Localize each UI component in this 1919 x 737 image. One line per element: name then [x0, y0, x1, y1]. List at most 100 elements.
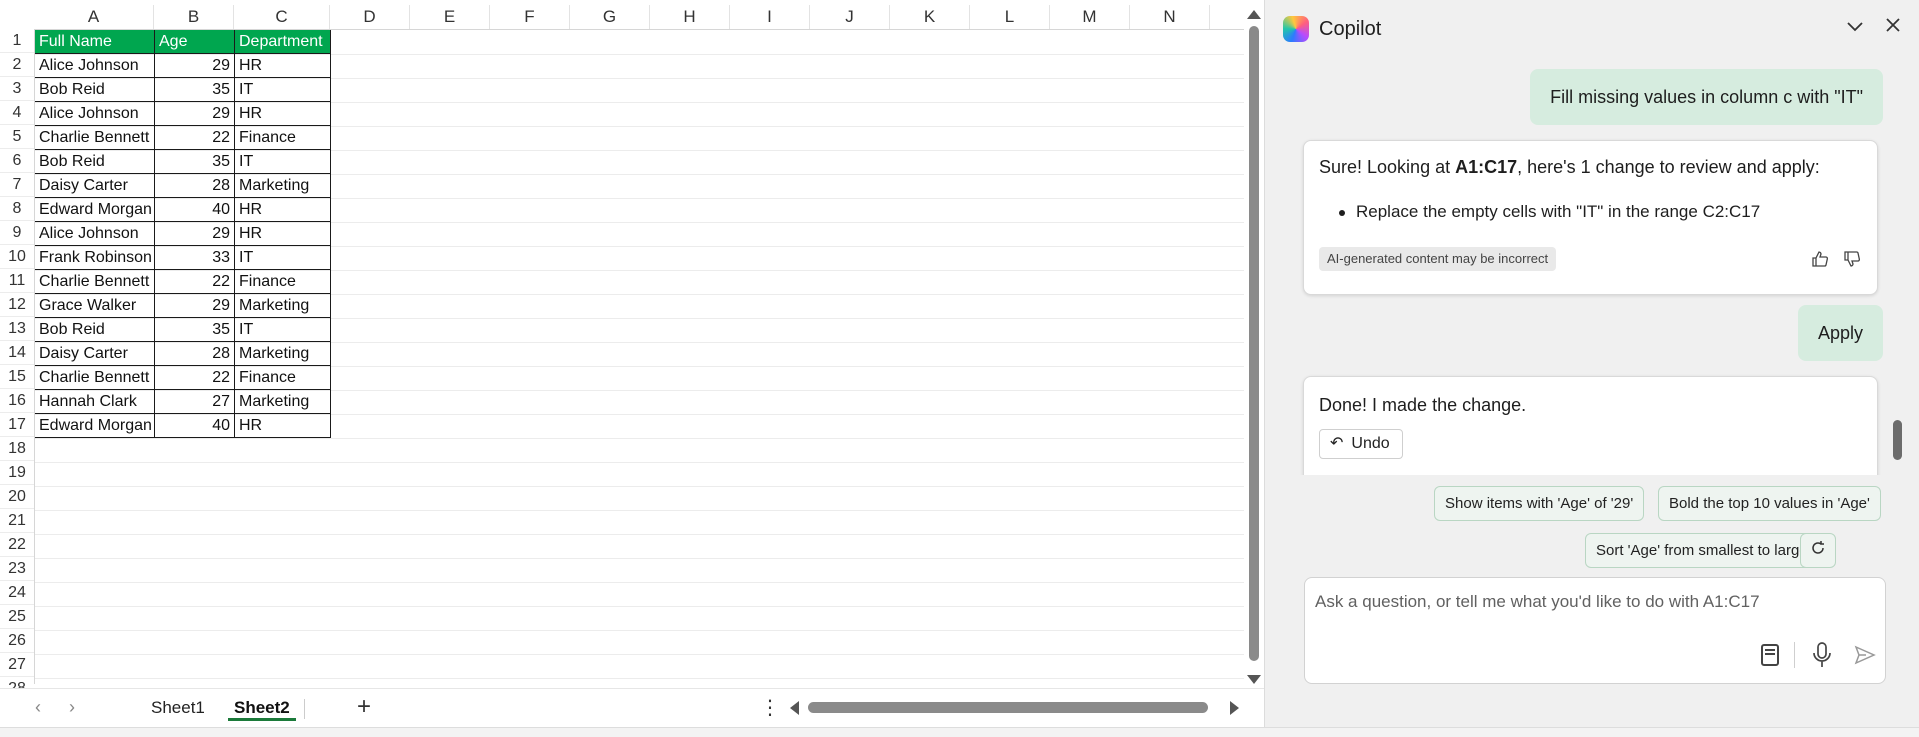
row-header-17[interactable]: 17 [0, 413, 34, 437]
scroll-left-arrow-icon[interactable] [790, 701, 799, 715]
table-cell[interactable]: HR [234, 221, 331, 246]
suggestion-chip[interactable]: Show items with 'Age' of '29' [1434, 486, 1645, 521]
prev-sheet-icon[interactable]: ‹ [28, 697, 48, 718]
row-header-13[interactable]: 13 [0, 317, 34, 341]
table-cell[interactable]: Daisy Carter [35, 173, 155, 198]
row-header-24[interactable]: 24 [0, 581, 34, 605]
table-cell[interactable]: HR [234, 413, 331, 438]
thumbs-down-icon[interactable] [1843, 250, 1861, 268]
table-cell[interactable]: 40 [154, 197, 235, 222]
column-header-e[interactable]: E [410, 5, 490, 29]
row-header-25[interactable]: 25 [0, 605, 34, 629]
scroll-down-arrow-icon[interactable] [1247, 675, 1261, 684]
column-header-j[interactable]: J [810, 5, 890, 29]
row-header-10[interactable]: 10 [0, 245, 34, 269]
row-header-26[interactable]: 26 [0, 629, 34, 653]
row-header-15[interactable]: 15 [0, 365, 34, 389]
table-cell[interactable]: Marketing [234, 173, 331, 198]
chat-history[interactable]: Fill missing values in column c with "IT… [1265, 60, 1905, 475]
header-cell[interactable]: Age [154, 30, 235, 54]
table-cell[interactable]: Charlie Bennett [35, 269, 155, 294]
column-header-b[interactable]: B [154, 5, 234, 29]
table-cell[interactable]: HR [234, 197, 331, 222]
table-cell[interactable]: 28 [154, 173, 235, 198]
table-cell[interactable]: IT [234, 149, 331, 174]
column-header-f[interactable]: F [490, 5, 570, 29]
table-cell[interactable]: Marketing [234, 293, 331, 318]
table-cell[interactable]: HR [234, 101, 331, 126]
table-cell[interactable]: Bob Reid [35, 149, 155, 174]
row-header-8[interactable]: 8 [0, 197, 34, 221]
send-icon[interactable] [1854, 644, 1876, 666]
add-sheet-button[interactable]: + [352, 693, 376, 721]
vertical-scroll-thumb[interactable] [1249, 26, 1259, 661]
row-header-12[interactable]: 12 [0, 293, 34, 317]
column-header-a[interactable]: A [34, 5, 154, 29]
column-header-l[interactable]: L [970, 5, 1050, 29]
row-header-21[interactable]: 21 [0, 509, 34, 533]
row-header-5[interactable]: 5 [0, 125, 34, 149]
row-header-1[interactable]: 1 [0, 29, 34, 53]
header-cell[interactable]: Full Name [35, 30, 155, 54]
table-cell[interactable]: Edward Morgan [35, 413, 155, 438]
chat-scroll-thumb[interactable] [1893, 420, 1902, 460]
horizontal-scroll-thumb[interactable] [808, 702, 1208, 713]
row-header-27[interactable]: 27 [0, 653, 34, 677]
thumbs-up-icon[interactable] [1811, 250, 1829, 268]
row-header-23[interactable]: 23 [0, 557, 34, 581]
table-cell[interactable]: 22 [154, 269, 235, 294]
row-header-6[interactable]: 6 [0, 149, 34, 173]
table-cell[interactable]: IT [234, 245, 331, 270]
tab-sheet2[interactable]: Sheet2 [228, 695, 296, 721]
table-cell[interactable]: Alice Johnson [35, 101, 155, 126]
table-cell[interactable]: 33 [154, 245, 235, 270]
table-cell[interactable]: 40 [154, 413, 235, 438]
table-cell[interactable]: 35 [154, 77, 235, 102]
row-header-11[interactable]: 11 [0, 269, 34, 293]
table-cell[interactable]: Alice Johnson [35, 53, 155, 78]
table-cell[interactable]: 27 [154, 389, 235, 414]
table-cell[interactable]: Bob Reid [35, 317, 155, 342]
table-cell[interactable]: 35 [154, 149, 235, 174]
row-header-18[interactable]: 18 [0, 437, 34, 461]
row-header-16[interactable]: 16 [0, 389, 34, 413]
table-cell[interactable]: 29 [154, 53, 235, 78]
table-cell[interactable]: Marketing [234, 341, 331, 366]
scroll-right-arrow-icon[interactable] [1230, 701, 1239, 715]
row-header-4[interactable]: 4 [0, 101, 34, 125]
table-cell[interactable]: Finance [234, 365, 331, 390]
table-cell[interactable]: 28 [154, 341, 235, 366]
row-header-14[interactable]: 14 [0, 341, 34, 365]
copilot-input-box[interactable]: Ask a question, or tell me what you'd li… [1304, 577, 1886, 684]
table-cell[interactable]: Bob Reid [35, 77, 155, 102]
table-cell[interactable]: 22 [154, 125, 235, 150]
undo-button[interactable]: ↶ Undo [1319, 429, 1403, 459]
suggestion-chip[interactable]: Sort 'Age' from smallest to largest [1585, 533, 1831, 568]
scroll-up-arrow-icon[interactable] [1247, 10, 1261, 19]
row-header-9[interactable]: 9 [0, 221, 34, 245]
table-cell[interactable]: Alice Johnson [35, 221, 155, 246]
table-cell[interactable]: HR [234, 53, 331, 78]
table-cell[interactable]: Charlie Bennett [35, 125, 155, 150]
column-header-g[interactable]: G [570, 5, 650, 29]
chevron-down-icon[interactable] [1845, 16, 1865, 42]
row-header-19[interactable]: 19 [0, 461, 34, 485]
table-cell[interactable]: Frank Robinson [35, 245, 155, 270]
cell-grid[interactable]: Full Name Age Department Alice Johnson 29 HR B… [34, 29, 1244, 684]
header-cell[interactable]: Department [234, 30, 331, 54]
row-header-20[interactable]: 20 [0, 485, 34, 509]
row-header-22[interactable]: 22 [0, 533, 34, 557]
table-cell[interactable]: Hannah Clark [35, 389, 155, 414]
vertical-scrollbar[interactable] [1244, 8, 1264, 684]
prompt-guide-icon[interactable] [1761, 644, 1779, 666]
table-cell[interactable]: 29 [154, 293, 235, 318]
table-cell[interactable]: Daisy Carter [35, 341, 155, 366]
close-icon[interactable] [1883, 14, 1903, 42]
table-cell[interactable]: Grace Walker [35, 293, 155, 318]
column-header-h[interactable]: H [650, 5, 730, 29]
table-cell[interactable]: Charlie Bennett [35, 365, 155, 390]
column-header-c[interactable]: C [234, 5, 330, 29]
table-cell[interactable]: Marketing [234, 389, 331, 414]
row-header-3[interactable]: 3 [0, 77, 34, 101]
table-cell[interactable]: Edward Morgan [35, 197, 155, 222]
